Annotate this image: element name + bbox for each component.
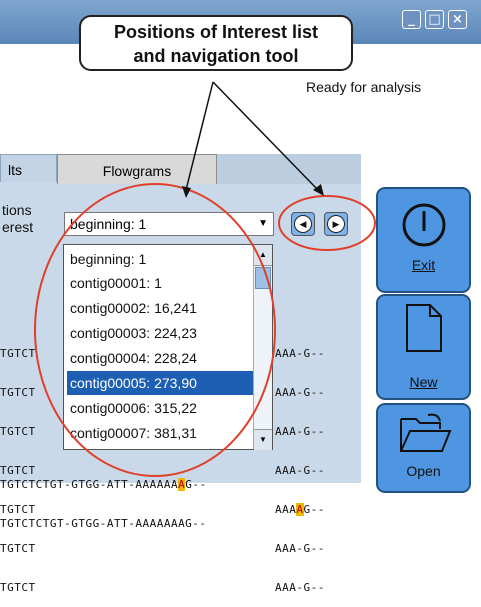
callout-line1: Positions of Interest list (113, 22, 319, 42)
sequence-line: TGTCT (0, 347, 36, 360)
sequence-line: AAA-G-- (275, 542, 325, 555)
poi-list-item[interactable]: contig00003: 224,23 (67, 321, 253, 345)
dropdown-arrow-icon: ▼ (258, 218, 268, 229)
open-label: Open (406, 463, 441, 479)
poi-label-line2: erest (2, 219, 34, 235)
scroll-down-icon[interactable]: ▼ (254, 429, 272, 450)
poi-list-item[interactable]: beginning: 1 (67, 247, 253, 271)
poi-label-line1: tions (2, 202, 32, 218)
next-position-button[interactable]: ▶ (324, 212, 348, 236)
exit-button[interactable]: Exit (376, 187, 471, 293)
open-button[interactable]: Open (376, 403, 471, 493)
sequence-line: TGTCT (0, 386, 36, 399)
previous-position-button[interactable]: ◀ (291, 212, 315, 236)
sequence-line: TGTCT (0, 542, 36, 555)
poi-list-item[interactable]: contig00001: 1 (67, 271, 253, 295)
sequence-line: AAA-G-- (275, 425, 325, 438)
scrollbar-thumb[interactable] (255, 267, 271, 289)
sequence-line: AAA-G-- (275, 581, 325, 594)
status-text: Ready for analysis (306, 79, 422, 95)
tab-flowgrams[interactable]: Flowgrams (57, 154, 217, 184)
sequence-right: AAA-G-- AAA-G-- AAA-G-- AAA-G-- AAAAG-- … (275, 321, 325, 607)
exit-label: Exit (411, 257, 436, 273)
sequence-line: AAA-G-- (275, 464, 325, 477)
new-button[interactable]: New (376, 294, 471, 400)
previous-arrow-icon: ◀ (294, 215, 312, 233)
sequence-line: TGTCT (0, 581, 36, 594)
sequence-bottom: TGTCTCTGT-GTGG-ATT-AAAAAAAG-- TGTCTCTGT-… (0, 452, 207, 543)
poi-selected-value: beginning: 1 (70, 216, 147, 232)
new-label: New (409, 374, 438, 390)
sequence-line: AAA-G-- (275, 347, 325, 360)
poi-dropdown-list[interactable]: beginning: 1 contig00001: 1 contig00002:… (63, 244, 273, 450)
poi-list-scrollbar[interactable]: ▲ ▼ (253, 245, 272, 450)
poi-list-item[interactable]: contig00007: 381,31 (67, 421, 253, 445)
poi-list-item[interactable]: contig00006: 315,22 (67, 396, 253, 420)
maximize-button[interactable]: □ (425, 10, 444, 29)
next-arrow-icon: ▶ (327, 215, 345, 233)
poi-label: tions erest (2, 202, 33, 236)
minimize-button[interactable]: _ (402, 10, 421, 29)
tab-results[interactable]: lts (0, 154, 57, 182)
scroll-up-icon[interactable]: ▲ (254, 245, 272, 266)
callout-box: Positions of Interest list and navigatio… (79, 15, 353, 71)
close-button[interactable]: × (448, 10, 467, 29)
sequence-line: TGTCTCTGT-GTGG-ATT-AAAAAAAG-- (0, 517, 207, 530)
poi-select[interactable]: beginning: 1 ▼ (64, 212, 274, 236)
power-icon (402, 203, 446, 247)
poi-list-item-selected[interactable]: contig00005: 273,90 (67, 371, 253, 395)
sequence-line: TGTCT (0, 425, 36, 438)
tab-strip (217, 154, 361, 184)
poi-list-item[interactable]: contig00002: 16,241 (67, 296, 253, 320)
poi-list-item[interactable]: contig00004: 228,24 (67, 346, 253, 370)
new-document-icon (406, 304, 442, 352)
folder-open-icon (400, 413, 452, 452)
sequence-line-highlighted: TGTCTCTGT-GTGG-ATT-AAAAAAAG-- (0, 478, 207, 491)
sequence-line-highlighted: AAAAG-- (275, 503, 325, 516)
sequence-line: AAA-G-- (275, 386, 325, 399)
callout-line2: and navigation tool (133, 46, 299, 66)
